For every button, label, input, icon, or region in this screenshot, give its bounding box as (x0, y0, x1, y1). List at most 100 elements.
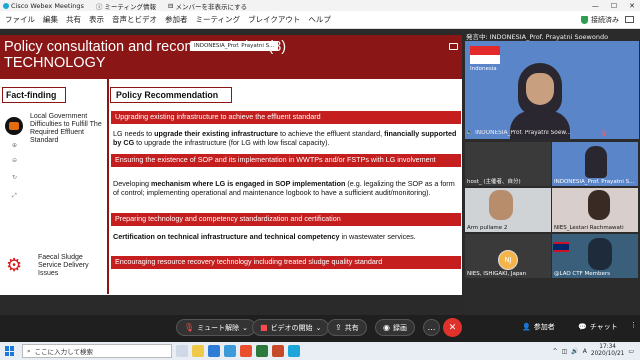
task-view-icon[interactable] (176, 345, 188, 357)
chevron-up-icon[interactable]: ^ (553, 348, 558, 355)
system-tray: ^ ◫ 🔊 A 17:34 2020/10/21 ▭ (553, 344, 640, 358)
rec-2-body: Developing mechanism where LG is engaged… (113, 179, 455, 197)
app-title: Cisco Webex Meetings (0, 2, 84, 10)
fullscreen-icon[interactable] (625, 16, 634, 23)
connection-status[interactable]: 接続済み (581, 15, 625, 25)
webex-icon[interactable] (288, 345, 300, 357)
rec-1-heading: Upgrading existing infrastructure to ach… (111, 111, 461, 124)
person-thumb (585, 146, 607, 178)
active-speaker-video[interactable]: Indonesia (465, 41, 639, 139)
flag-label: Indonesia (470, 66, 497, 72)
rec-1-body: LG needs to upgrade their existing infra… (113, 129, 457, 147)
slide-expand-icon[interactable] (449, 43, 458, 50)
ime-indicator[interactable]: A (583, 348, 587, 355)
mic-muted-icon: 🎙 (184, 323, 195, 332)
chevron-down-icon: ⌄ (242, 323, 249, 332)
mail-icon[interactable] (224, 345, 236, 357)
video-off-icon: ■ (260, 323, 268, 332)
menu-share[interactable]: 共有 (62, 14, 85, 25)
participant-tile-arm[interactable]: Arm pullame 2 (465, 188, 551, 232)
office-icon[interactable] (240, 345, 252, 357)
policy-recommendation-header: Policy Recommendation (110, 87, 232, 103)
person-thumb (588, 190, 610, 220)
file-explorer-icon[interactable] (192, 345, 204, 357)
chevron-down-icon: ⌄ (315, 323, 322, 332)
powerpoint-icon[interactable] (272, 345, 284, 357)
zoom-in-icon[interactable]: ⊕ (12, 143, 18, 149)
leave-meeting-button[interactable]: ✕ (443, 318, 462, 337)
windows-start-icon[interactable] (5, 346, 15, 356)
info-icon: ⓘ (95, 2, 103, 11)
active-speaker-label: 発言中: INDONESIA_Prof. Prayatni Soewondo (466, 32, 609, 41)
avatar: NJ (498, 250, 518, 270)
participant-tile-lao[interactable]: @LAO CTF Members (552, 234, 638, 278)
participant-tile-host[interactable]: host_ (主催者、自分) (465, 142, 551, 186)
shield-icon (581, 15, 588, 24)
fact-finding-item-1: Local Government Difficulties to Fulfill… (30, 113, 102, 144)
lao-flag-icon (553, 242, 569, 252)
taskbar-clock[interactable]: 17:34 2020/10/21 (591, 344, 624, 358)
person-icon: 👤 (522, 323, 531, 331)
menu-audio-video[interactable]: 音声とビデオ (108, 14, 161, 25)
network-icon[interactable]: ◫ (562, 348, 568, 355)
speaker-icon: 🔈 (466, 130, 474, 136)
rec-2-heading: Ensuring the existence of SOP and its im… (111, 154, 461, 167)
chat-button[interactable]: 💬 チャット (578, 322, 618, 332)
menu-help[interactable]: ヘルプ (304, 14, 335, 25)
share-icon: ⇪ (335, 323, 342, 332)
more-options-button[interactable]: … (423, 319, 440, 336)
fit-icon[interactable]: ⤢ (12, 193, 18, 199)
menu-view[interactable]: 表示 (85, 14, 108, 25)
start-video-button[interactable]: ■ ビデオの開始 ⌄ (252, 319, 330, 336)
close-icon: ✕ (448, 322, 457, 333)
search-icon: ⌕ (27, 346, 31, 355)
maximize-icon[interactable]: ☐ (611, 2, 617, 10)
participant-tile-nies-lestari[interactable]: NIES_Lestari Rachmawati (552, 188, 638, 232)
close-icon[interactable]: ✕ (629, 2, 635, 10)
speaker-person (510, 63, 570, 139)
rec-3-heading: Preparing technology and competency stan… (111, 213, 461, 226)
gear-icon: ⚙ (6, 255, 23, 276)
ellipsis-icon: … (427, 323, 436, 332)
mic-muted-icon: 🎙 (600, 130, 608, 137)
window-titlebar: Cisco Webex Meetings ⓘ ミーティング情報 ⊟ メンバーを非… (0, 0, 640, 11)
participants-button[interactable]: 👤 参加者 (522, 322, 555, 332)
active-speaker-name: 🔈 INDONESIA_Prof. Prayatni Soew... (466, 130, 572, 136)
menu-bar: ファイル 編集 共有 表示 音声とビデオ 参加者 ミーティング ブレイクアウト … (0, 11, 640, 29)
person-thumb (489, 190, 513, 220)
menu-participants[interactable]: 参加者 (161, 14, 192, 25)
hide-members-tab[interactable]: ⊟ メンバーを非表示にする (168, 1, 247, 11)
zoom-out-icon[interactable]: ⊖ (12, 158, 18, 164)
menu-meeting[interactable]: ミーティング (192, 14, 245, 25)
menu-file[interactable]: ファイル (0, 14, 39, 25)
hide-icon: ⊟ (168, 1, 174, 10)
meeting-info-tab[interactable]: ⓘ ミーティング情報 (96, 1, 156, 11)
fact-finding-item-2: Faecal Sludge Service Delivery Issues (38, 254, 89, 277)
share-button[interactable]: ⇪ 共有 (327, 319, 367, 336)
participant-tile-indonesia[interactable]: INDONESIA_Prof. Prayatni S... (552, 142, 638, 186)
pipe-icon (5, 117, 23, 135)
minimize-icon[interactable]: — (592, 2, 599, 10)
record-button[interactable]: ◉ 録画 (375, 319, 415, 336)
volume-icon[interactable]: 🔊 (571, 348, 578, 355)
menu-breakout[interactable]: ブレイクアウト (244, 14, 304, 25)
notification-icon[interactable]: ▭ (628, 348, 634, 355)
person-thumb (588, 238, 612, 270)
record-icon: ◉ (383, 323, 390, 332)
sharing-presenter-tag[interactable]: INDONESIA_Prof. Prayatni S... (190, 41, 279, 51)
menu-edit[interactable]: 編集 (39, 14, 62, 25)
slide-header: Policy consultation and recommendation (… (0, 35, 462, 79)
more-vertical-icon[interactable]: ⋮ (630, 321, 637, 329)
edge-icon[interactable] (208, 345, 220, 357)
chat-icon: 💬 (578, 323, 587, 331)
rec-3-body: Certification on technical infrastructur… (113, 232, 416, 241)
slide-divider (107, 79, 109, 294)
rotate-icon[interactable]: ↻ (12, 175, 18, 181)
taskbar-search-input[interactable]: ⌕ ここに入力して検索 (22, 344, 172, 358)
windows-taskbar: ⌕ ここに入力して検索 ^ ◫ 🔊 A 17:34 2020/10/21 ▭ (0, 342, 640, 360)
unmute-button[interactable]: 🎙 ミュート解除 ⌄ (176, 319, 257, 336)
excel-icon[interactable] (256, 345, 268, 357)
webex-logo-icon (3, 2, 9, 9)
rec-4-heading: Encouraging resource recovery technology… (111, 256, 461, 269)
fact-finding-header: Fact-finding (2, 87, 66, 103)
